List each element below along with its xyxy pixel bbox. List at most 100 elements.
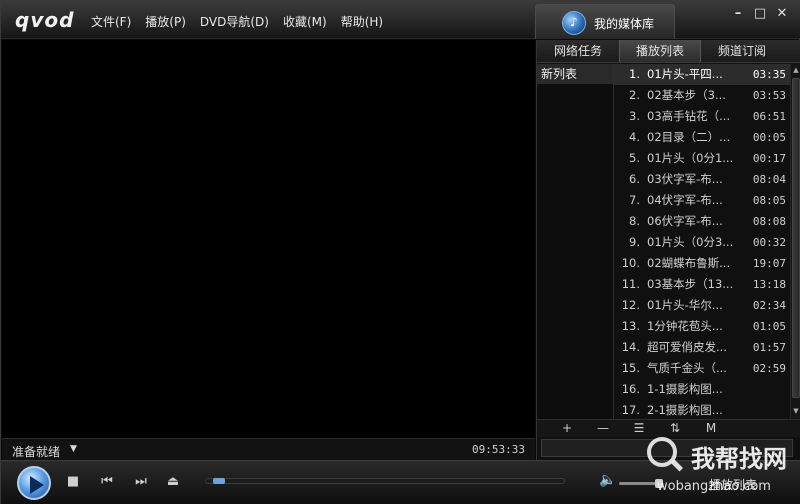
track-duration: 03:53	[752, 89, 786, 102]
track-duration: 08:05	[752, 194, 786, 207]
playlist-search-input[interactable]	[541, 439, 793, 457]
playlist-toolbar: + — ☰ ⇅ M	[537, 419, 800, 437]
scroll-up-icon[interactable]: ▲	[791, 66, 800, 76]
menu-favorites[interactable]: 收藏(M)	[283, 13, 327, 30]
track-row[interactable]: 13. 1分钟花苞头... 01:05	[614, 316, 790, 337]
track-title: 02蝴蝶布鲁斯...	[647, 256, 731, 270]
track-duration: 01:57	[752, 341, 786, 354]
status-dropdown-icon[interactable]: ▼	[70, 444, 77, 454]
track-row[interactable]: 9. 01片头（0分3... 00:32	[614, 232, 790, 253]
mode-icon[interactable]: M	[693, 420, 729, 437]
close-button[interactable]: ✕	[771, 5, 793, 23]
list-column: 新列表	[537, 64, 614, 419]
track-duration: 00:17	[752, 152, 786, 165]
track-scrollbar[interactable]: ▲ ▼	[790, 64, 800, 419]
track-duration: 03:35	[752, 68, 786, 81]
menu-play[interactable]: 播放(P)	[145, 13, 186, 30]
volume-thumb[interactable]	[655, 479, 663, 488]
title-bar[interactable]: qvod 文件(F) 播放(P) DVD导航(D) 收藏(M) 帮助(H) ♪ …	[1, 1, 800, 39]
status-bar: 准备就绪 ▼ 09:53:33	[2, 438, 535, 460]
track-row[interactable]: 3. 03高手钻花（... 06:51	[614, 106, 790, 127]
menu-help[interactable]: 帮助(H)	[341, 13, 383, 30]
track-row[interactable]: 6. 03伏字军-布... 08:04	[614, 169, 790, 190]
track-duration: 02:34	[752, 299, 786, 312]
remove-icon[interactable]: —	[585, 420, 621, 437]
track-title: 01片头（0分3...	[647, 235, 734, 249]
track-number: 16.	[621, 382, 640, 396]
track-row[interactable]: 7. 04伏字军-布... 08:05	[614, 190, 790, 211]
list-item-new-list[interactable]: 新列表	[537, 64, 613, 84]
progress-bar[interactable]	[205, 478, 565, 484]
track-row[interactable]: 15. 气质千金头（... 02:59	[614, 358, 790, 379]
track-number: 3.	[629, 109, 640, 123]
play-button[interactable]	[17, 466, 51, 500]
track-number: 13.	[621, 319, 640, 333]
track-number: 1.	[629, 67, 640, 81]
track-duration: 08:04	[752, 173, 786, 186]
track-number: 10.	[621, 256, 640, 270]
media-library-label: 我的媒体库	[594, 17, 655, 31]
track-number: 15.	[621, 361, 640, 375]
add-icon[interactable]: +	[549, 420, 585, 437]
track-duration: 19:07	[752, 257, 786, 270]
track-duration: 01:05	[752, 320, 786, 333]
track-number: 7.	[629, 193, 640, 207]
window-controls: – □ ✕	[727, 5, 793, 23]
track-title: 03基本步（13...	[647, 277, 734, 291]
track-row[interactable]: 11. 03基本步（13... 13:18	[614, 274, 790, 295]
scroll-down-icon[interactable]: ▼	[791, 407, 800, 417]
tab-channel-subscribe[interactable]: 频道订阅	[701, 40, 783, 62]
next-icon[interactable]: ⏭	[131, 474, 151, 489]
track-number: 11.	[621, 277, 640, 291]
menu-file[interactable]: 文件(F)	[91, 13, 131, 30]
media-library-tab[interactable]: ♪ 我的媒体库	[535, 4, 675, 39]
play-icon	[30, 476, 44, 494]
track-title: 超可爱俏皮发...	[647, 340, 727, 354]
track-number: 9.	[629, 235, 640, 249]
track-row[interactable]: 16. 1-1摄影构图...	[614, 379, 790, 400]
media-globe-icon: ♪	[562, 11, 586, 35]
track-title: 06伏字军-布...	[647, 214, 723, 228]
track-number: 14.	[621, 340, 640, 354]
stop-icon[interactable]: ■	[63, 474, 83, 489]
track-row[interactable]: 10. 02蝴蝶布鲁斯... 19:07	[614, 253, 790, 274]
status-text[interactable]: 准备就绪	[12, 443, 60, 460]
eject-icon[interactable]: ⏏	[163, 474, 183, 489]
volume-slider[interactable]	[619, 479, 663, 488]
track-row[interactable]: 17. 2-1摄影构图...	[614, 400, 790, 419]
previous-icon[interactable]: ⏮	[97, 474, 117, 489]
track-number: 12.	[621, 298, 640, 312]
track-row[interactable]: 5. 01片头（0分1... 00:17	[614, 148, 790, 169]
video-area[interactable]	[2, 40, 535, 438]
minimize-button[interactable]: –	[727, 5, 749, 23]
tab-playlist[interactable]: 播放列表	[619, 40, 701, 62]
track-duration: 00:05	[752, 131, 786, 144]
tab-network-tasks[interactable]: 网络任务	[537, 40, 619, 62]
track-number: 4.	[629, 130, 640, 144]
maximize-button[interactable]: □	[749, 5, 771, 23]
track-title: 01片头-华尔...	[647, 298, 723, 312]
volume-icon[interactable]: 🔈	[599, 472, 616, 488]
track-duration: 06:51	[752, 110, 786, 123]
track-row[interactable]: 2. 02基本步（3... 03:53	[614, 85, 790, 106]
track-duration: 02:59	[752, 362, 786, 375]
track-row[interactable]: 14. 超可爱俏皮发... 01:57	[614, 337, 790, 358]
track-number: 17.	[621, 403, 640, 417]
track-title: 02目录（二）...	[647, 130, 731, 144]
track-duration: 08:08	[752, 215, 786, 228]
track-row[interactable]: 12. 01片头-华尔... 02:34	[614, 295, 790, 316]
player-window: qvod 文件(F) 播放(P) DVD导航(D) 收藏(M) 帮助(H) ♪ …	[0, 0, 800, 504]
menu-bar: 文件(F) 播放(P) DVD导航(D) 收藏(M) 帮助(H)	[91, 13, 397, 30]
playlist-toggle-button[interactable]: 播放列表	[709, 476, 757, 493]
scroll-thumb[interactable]	[792, 78, 800, 398]
track-row[interactable]: 4. 02目录（二）... 00:05	[614, 127, 790, 148]
track-title: 03伏字军-布...	[647, 172, 723, 186]
clock: 09:53:33	[472, 443, 525, 456]
sort-icon[interactable]: ⇅	[657, 420, 693, 437]
list-icon[interactable]: ☰	[621, 420, 657, 437]
track-number: 8.	[629, 214, 640, 228]
menu-dvd-nav[interactable]: DVD导航(D)	[200, 13, 269, 30]
progress-thumb[interactable]	[213, 478, 225, 484]
track-row[interactable]: 8. 06伏字军-布... 08:08	[614, 211, 790, 232]
track-row[interactable]: 1. 01片头-平四... 03:35	[614, 64, 790, 85]
